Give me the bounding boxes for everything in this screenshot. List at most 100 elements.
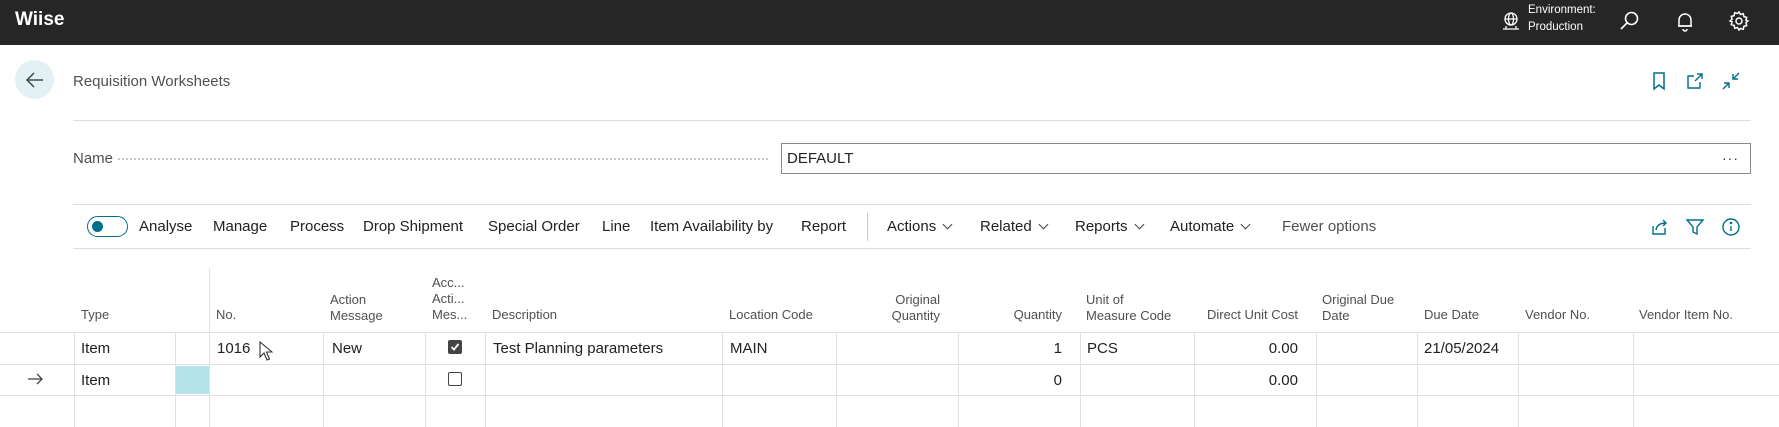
menu-related-label: Related — [980, 218, 1032, 235]
collapse-icon[interactable] — [1720, 70, 1742, 92]
grid-column-line — [323, 332, 324, 427]
current-row-arrow-icon — [28, 373, 43, 385]
share-icon[interactable] — [1648, 216, 1670, 238]
action-report[interactable]: Report — [801, 218, 846, 235]
column-header-direct-unit-cost[interactable]: Direct Unit Cost — [1196, 307, 1298, 323]
accept-checkbox[interactable] — [448, 340, 462, 354]
column-header-due-date[interactable]: Due Date — [1424, 307, 1479, 323]
column-header-accept-line-1: Acc... — [432, 275, 465, 290]
column-header-action-message[interactable]: Action Message — [330, 292, 383, 324]
action-process[interactable]: Process — [290, 218, 344, 235]
action-drop-shipment[interactable]: Drop Shipment — [363, 218, 463, 235]
name-input[interactable]: DEFAULT — [781, 143, 1751, 174]
action-line[interactable]: Line — [602, 218, 630, 235]
cell-due-date[interactable]: 21/05/2024 — [1424, 340, 1499, 357]
column-header-original-due-line-2: Date — [1322, 308, 1350, 323]
action-item-availability[interactable]: Item Availability by — [650, 218, 773, 235]
column-header-unit-of-measure[interactable]: Unit of Measure Code — [1086, 292, 1171, 324]
column-header-action-message-line-2: Message — [330, 308, 383, 323]
arrow-left-icon — [25, 71, 43, 88]
grid-line — [0, 332, 1779, 333]
cell-location-code[interactable]: MAIN — [730, 340, 768, 357]
chevron-down-icon — [1038, 219, 1049, 230]
open-new-window-icon[interactable] — [1684, 70, 1706, 92]
column-header-vendor-no[interactable]: Vendor No. — [1525, 307, 1590, 323]
menu-reports-label: Reports — [1075, 218, 1128, 235]
grid-column-line — [1316, 332, 1317, 427]
info-icon[interactable] — [1720, 216, 1742, 238]
column-header-uom-line-2: Measure Code — [1086, 308, 1172, 323]
cell-type[interactable]: Item — [81, 372, 110, 389]
analyse-toggle[interactable] — [87, 216, 128, 237]
action-separator — [867, 213, 868, 241]
cell-direct-unit-cost[interactable]: 0.00 — [1198, 372, 1298, 389]
column-header-accept-line-3: Mes... — [432, 307, 468, 322]
grid-column-line — [209, 332, 210, 427]
column-header-accept-line-2: Acti... — [432, 291, 465, 306]
grid-column-line — [1194, 332, 1195, 427]
brand-logo[interactable]: Wiise — [15, 9, 64, 31]
fewer-options-button[interactable]: Fewer options — [1282, 218, 1376, 235]
column-header-original-due-date[interactable]: Original Due Date — [1322, 292, 1394, 324]
grid-column-line — [722, 332, 723, 427]
column-header-type[interactable]: Type — [81, 307, 109, 323]
fasttab-divider — [73, 204, 1751, 205]
cell-unit-of-measure[interactable]: PCS — [1087, 340, 1118, 357]
column-header-vendor-item-no[interactable]: Vendor Item No. — [1639, 307, 1733, 323]
column-header-quantity[interactable]: Quantity — [980, 307, 1062, 323]
action-analyse[interactable]: Analyse — [139, 218, 192, 235]
column-header-original-quantity-line-2: Quantity — [891, 308, 940, 323]
bell-icon[interactable] — [1672, 8, 1698, 34]
column-header-uom-line-1: Unit of — [1086, 292, 1124, 307]
environment-label[interactable]: Environment: Production — [1528, 2, 1596, 36]
cell-quantity[interactable]: 0 — [962, 372, 1062, 389]
filter-icon[interactable] — [1684, 216, 1706, 238]
grid-column-line — [425, 332, 426, 427]
menu-actions[interactable]: Actions — [887, 218, 953, 235]
menu-related[interactable]: Related — [980, 218, 1049, 235]
column-header-original-quantity[interactable]: Original Quantity — [860, 292, 940, 324]
header-divider — [73, 120, 1751, 121]
cell-type[interactable]: Item — [81, 340, 110, 357]
grid-column-line — [1633, 332, 1634, 427]
menu-automate[interactable]: Automate — [1170, 218, 1251, 235]
menu-actions-label: Actions — [887, 218, 937, 235]
environment-line-2: Production — [1528, 21, 1583, 33]
column-header-location-code[interactable]: Location Code — [729, 307, 813, 323]
cell-action-message[interactable]: New — [332, 340, 362, 357]
bookmark-icon[interactable] — [1648, 70, 1670, 92]
cell-description[interactable]: Test Planning parameters — [493, 340, 663, 357]
accept-checkbox[interactable] — [448, 372, 462, 386]
gear-icon[interactable] — [1726, 8, 1752, 34]
grid-line — [0, 395, 1779, 396]
menu-reports[interactable]: Reports — [1075, 218, 1144, 235]
grid-line — [0, 364, 1779, 365]
back-button[interactable] — [15, 60, 54, 99]
action-manage[interactable]: Manage — [213, 218, 267, 235]
grid-column-line — [74, 332, 75, 427]
cell-quantity[interactable]: 1 — [962, 340, 1062, 357]
environment-icon[interactable] — [1500, 10, 1522, 32]
actionbar-divider — [73, 248, 1751, 249]
selected-cell[interactable] — [176, 366, 209, 394]
column-header-action-message-line-1: Action — [330, 292, 367, 307]
name-lookup-button[interactable]: ··· — [1722, 150, 1739, 166]
top-bar: Wiise Environment: Production — [0, 0, 1779, 45]
column-header-original-due-line-1: Original Due — [1322, 292, 1395, 307]
grid-column-line — [836, 332, 837, 427]
action-special-order[interactable]: Special Order — [488, 218, 580, 235]
grid-column-line — [485, 332, 486, 427]
grid-column-line — [1080, 332, 1081, 427]
search-icon[interactable] — [1617, 8, 1643, 34]
column-header-accept-action-message[interactable]: Acc... Acti... Mes... — [432, 275, 467, 323]
column-header-description[interactable]: Description — [492, 307, 557, 323]
chevron-down-icon — [1134, 219, 1144, 230]
grid-column-line — [1417, 332, 1418, 427]
cell-no[interactable]: 1016 — [217, 340, 250, 357]
grid-column-line — [958, 332, 959, 427]
mouse-cursor-icon — [259, 341, 273, 361]
name-dotted-leader — [118, 158, 768, 160]
page-title: Requisition Worksheets — [73, 73, 231, 90]
cell-direct-unit-cost[interactable]: 0.00 — [1198, 340, 1298, 357]
column-header-no[interactable]: No. — [216, 307, 236, 323]
